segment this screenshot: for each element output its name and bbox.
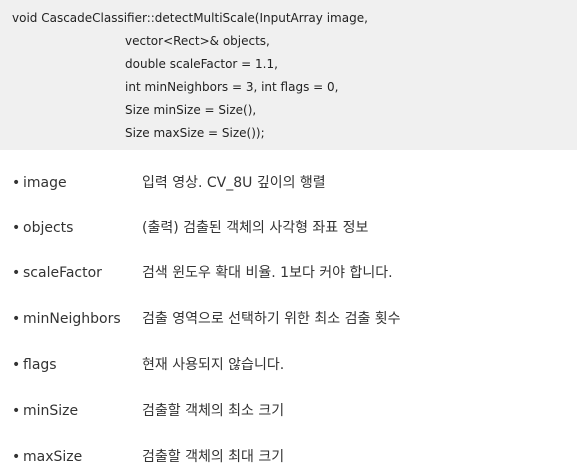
bullet: •	[12, 220, 21, 236]
code-param-minsize-line: Size minSize = Size(),	[125, 103, 257, 117]
bullet: •	[12, 357, 21, 373]
param-name: minNeighbors	[23, 311, 121, 327]
param-name: maxSize	[23, 449, 83, 465]
code-block: void CascadeClassifier::detectMultiScale…	[0, 0, 577, 150]
list-item: • flags 현재 사용되지 않습니다.	[0, 353, 577, 377]
code-param-maxsize-line: Size maxSize = Size());	[125, 126, 265, 140]
param-name: objects	[23, 220, 74, 236]
list-item: • image 입력 영상. CV_8U 깊이의 행렬	[0, 171, 577, 195]
param-name: flags	[23, 357, 57, 373]
param-name: minSize	[23, 403, 79, 419]
param-name: scaleFactor	[23, 265, 102, 281]
list-item: • minNeighbors 검출 영역으로 선택하기 위한 최소 검출 횟수	[0, 307, 577, 331]
list-item: • objects (출력) 검출된 객체의 사각형 좌표 정보	[0, 216, 577, 240]
code-param-objects-line: vector<Rect>& objects,	[125, 34, 270, 48]
code-param-scalefactor-line: double scaleFactor = 1.1,	[125, 57, 278, 71]
param-name: image	[23, 175, 67, 191]
param-description: 입력 영상. CV_8U 깊이의 행렬	[142, 175, 326, 191]
list-item: • scaleFactor 검색 윈도우 확대 비율. 1보다 커야 합니다.	[0, 261, 577, 285]
param-description: 검출 영역으로 선택하기 위한 최소 검출 횟수	[142, 311, 401, 327]
param-description: 현재 사용되지 않습니다.	[142, 357, 285, 373]
code-signature-line: void CascadeClassifier::detectMultiScale…	[12, 11, 368, 25]
bullet: •	[12, 265, 21, 281]
bullet: •	[12, 311, 21, 327]
param-description: 검색 윈도우 확대 비율. 1보다 커야 합니다.	[142, 265, 393, 281]
list-item: • minSize 검출할 객체의 최소 크기	[0, 399, 577, 423]
bullet: •	[12, 403, 21, 419]
bullet: •	[12, 175, 21, 191]
param-description: 검출할 객체의 최소 크기	[142, 403, 285, 419]
list-item: • maxSize 검출할 객체의 최대 크기	[0, 445, 577, 469]
param-description: (출력) 검출된 객체의 사각형 좌표 정보	[142, 220, 369, 236]
code-param-minneighbors-line: int minNeighbors = 3, int flags = 0,	[125, 80, 339, 94]
bullet: •	[12, 449, 21, 465]
param-description: 검출할 객체의 최대 크기	[142, 449, 285, 465]
